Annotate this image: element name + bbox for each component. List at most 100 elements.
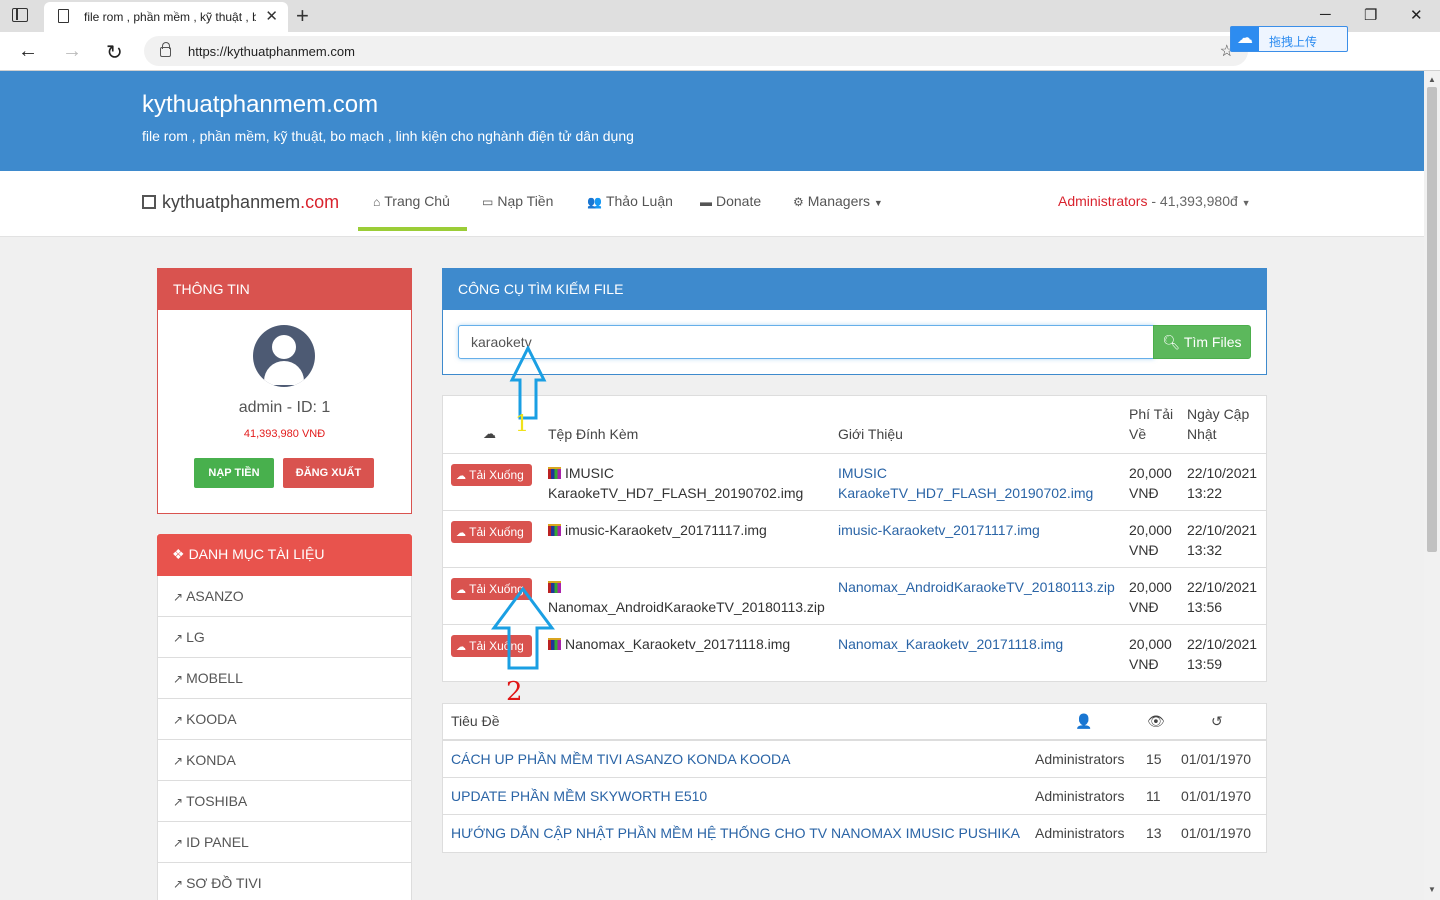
search-input[interactable] (458, 325, 1154, 359)
browser-toolbar: ← → ↻ https://kythuatphanmem.com ☆ ··· (0, 32, 1440, 94)
file-fee: 20,000 VNĐ (1129, 636, 1172, 672)
tab-actions-icon[interactable] (12, 8, 28, 22)
search-button-label: Tìm Files (1183, 334, 1242, 350)
file-desc-link[interactable]: imusic-Karaoketv_20171117.img (838, 520, 1123, 540)
scroll-up-icon[interactable]: ▲ (1428, 75, 1436, 84)
address-bar[interactable]: https://kythuatphanmem.com ☆ (144, 36, 1248, 66)
category-item[interactable]: ↗ KONDA (157, 740, 412, 781)
file-date: 22/10/2021 13:22 (1187, 465, 1258, 501)
topic-date: 01/01/1970 (1181, 788, 1252, 804)
file-name: IMUSIC KaraokeTV_HD7_FLASH_20190702.img (548, 463, 838, 503)
new-tab-icon[interactable]: + (296, 3, 309, 29)
annotation-label-1: 1 (515, 412, 529, 437)
category-label: TOSHIBA (186, 793, 248, 809)
annotation-arrow-1 (509, 346, 547, 420)
topic-date: 01/01/1970 (1181, 825, 1252, 841)
category-label: LG (186, 629, 205, 645)
tab-close-icon[interactable]: ✕ (265, 7, 278, 25)
topic-author: Administrators (1035, 788, 1125, 804)
nav-donate-label: Donate (716, 193, 762, 209)
external-link-icon: ↗ (173, 877, 184, 891)
download-button[interactable]: ☁ Tải Xuống (451, 464, 532, 486)
browser-tab-bar: file rom , phần mềm , kỹ thuật , b ✕ + ─… (0, 0, 1440, 32)
file-desc-link[interactable]: Nanomax_Karaoketv_20171118.img (838, 634, 1123, 654)
category-item[interactable]: ↗ SƠ ĐỒ TIVI (157, 863, 412, 900)
info-panel-title: THÔNG TIN (158, 269, 411, 310)
user-dropdown[interactable]: Administrators - 41,393,980đ ▼ (1058, 193, 1251, 209)
brand-logo[interactable]: kythuatphanmem.com (142, 192, 339, 213)
external-link-icon: ↗ (173, 672, 184, 686)
category-label: KOODA (186, 711, 237, 727)
nav-home[interactable]: ⌂ Trang Chủ (373, 193, 450, 209)
category-item[interactable]: ↗ KOODA (157, 699, 412, 740)
topic-title-link[interactable]: CÁCH UP PHẦN MỀM TIVI ASANZO KONDA KOODA (451, 751, 790, 767)
page-icon (58, 9, 69, 23)
credit-card-icon: ▬ (700, 195, 712, 209)
category-item[interactable]: ↗ ID PANEL (157, 822, 412, 863)
logout-button[interactable]: ĐĂNG XUẤT (283, 458, 374, 488)
file-fee: 20,000 VNĐ (1129, 522, 1172, 558)
page-scrollbar[interactable]: ▲ ▼ (1424, 71, 1440, 900)
file-date: 22/10/2021 13:59 (1187, 636, 1258, 672)
nav-managers[interactable]: ⚙ Managers ▼ (793, 193, 883, 209)
file-name: imusic-Karaoketv_20171117.img (548, 520, 838, 540)
forward-icon[interactable]: → (62, 40, 82, 63)
download-button[interactable]: ☁ Tải Xuống (451, 521, 532, 543)
category-item[interactable]: ↗ LG (157, 617, 412, 658)
scroll-thumb[interactable] (1427, 87, 1437, 552)
search-button[interactable]: 🔍︎ Tìm Files (1153, 325, 1251, 359)
minimize-icon[interactable]: ─ (1320, 6, 1331, 23)
category-label: ID PANEL (186, 834, 249, 850)
category-item[interactable]: ↗ TOSHIBA (157, 781, 412, 822)
home-icon: ⌂ (373, 195, 381, 209)
close-window-icon[interactable]: ✕ (1410, 6, 1423, 24)
tab-title: file rom , phần mềm , kỹ thuật , b (84, 10, 256, 24)
category-item[interactable]: ↗ MOBELL (157, 658, 412, 699)
table-row: ☁ Tải Xuống Nanomax_AndroidKaraokeTV_201… (443, 567, 1266, 624)
file-desc-link[interactable]: Nanomax_AndroidKaraokeTV_20180113.zip (838, 577, 1123, 597)
refresh-icon[interactable]: ↻ (106, 40, 123, 65)
browser-tab[interactable]: file rom , phần mềm , kỹ thuật , b ✕ (44, 2, 288, 32)
main-navbar: kythuatphanmem.com ⌂ Trang Chủ ▭ Nạp Tiền … (0, 171, 1424, 237)
file-name-text: IMUSIC KaraokeTV_HD7_FLASH_20190702.img (548, 465, 804, 501)
scroll-down-icon[interactable]: ▼ (1428, 885, 1436, 894)
column-fee: Phí Tải Về (1129, 406, 1174, 442)
site-title: kythuatphanmem.com (142, 91, 379, 118)
search-icon: 🔍︎ (1162, 334, 1181, 350)
check-square-icon (142, 195, 156, 209)
restore-icon[interactable]: ❐ (1364, 6, 1377, 24)
search-panel-title: CÔNG CỤ TÌM KIẾM FILE (443, 269, 1266, 310)
column-title: Tiêu Đề (451, 713, 500, 729)
nav-donate[interactable]: ▬ Donate (700, 193, 761, 209)
category-panel: ❖ DANH MỤC TÀI LIỆU ↗ ASANZO ↗ LG ↗ MOBELL ↗… (157, 534, 412, 900)
category-item[interactable]: ↗ ASANZO (157, 576, 412, 617)
money-icon: ▭ (482, 195, 494, 209)
upload-extension-label: 拖拽上传 (1269, 35, 1318, 49)
topic-title-link[interactable]: HƯỚNG DẪN CẬP NHẬT PHẦN MỀM HỆ THỐNG CHO… (451, 825, 1020, 841)
category-label: KONDA (186, 752, 236, 768)
nav-discussion[interactable]: 👥 Thảo Luận (587, 193, 673, 209)
category-label: SƠ ĐỒ TIVI (186, 875, 262, 891)
user-name: Administrators (1058, 193, 1148, 209)
category-panel-title: ❖ DANH MỤC TÀI LIỆU (157, 534, 412, 576)
annotation-label-2: 2 (506, 677, 523, 707)
back-icon[interactable]: ← (18, 40, 38, 63)
upload-extension-button[interactable]: ☁ 拖拽上传 (1230, 26, 1348, 52)
lock-icon[interactable] (160, 42, 171, 57)
cloud-icon: ☁ (1231, 27, 1259, 51)
topic-row: UPDATE PHẦN MỀM SKYWORTH E510 Administra… (443, 778, 1266, 815)
nav-topup[interactable]: ▭ Nạp Tiền (482, 193, 553, 209)
topic-title-link[interactable]: UPDATE PHẦN MỀM SKYWORTH E510 (451, 788, 707, 804)
topup-button[interactable]: NẠP TIỀN (194, 458, 274, 488)
history-icon: ↺ (1211, 713, 1223, 729)
external-link-icon: ↗ (173, 713, 184, 727)
table-row: ☁ Tải Xuống Nanomax_Karaoketv_20171118.i… (443, 624, 1266, 681)
brand-main: kythuatphanmem (162, 192, 301, 212)
site-header: kythuatphanmem.com file rom , phần mềm, … (0, 71, 1424, 171)
file-name-text: Nanomax_AndroidKaraokeTV_20180113.zip (548, 599, 825, 615)
cubes-icon: ❖ (172, 546, 185, 562)
file-name: Nanomax_Karaoketv_20171118.img (548, 634, 838, 654)
category-title-text: DANH MỤC TÀI LIỆU (188, 546, 325, 562)
url-text[interactable]: https://kythuatphanmem.com (188, 44, 355, 59)
file-desc-link[interactable]: IMUSIC KaraokeTV_HD7_FLASH_20190702.img (838, 463, 1123, 503)
